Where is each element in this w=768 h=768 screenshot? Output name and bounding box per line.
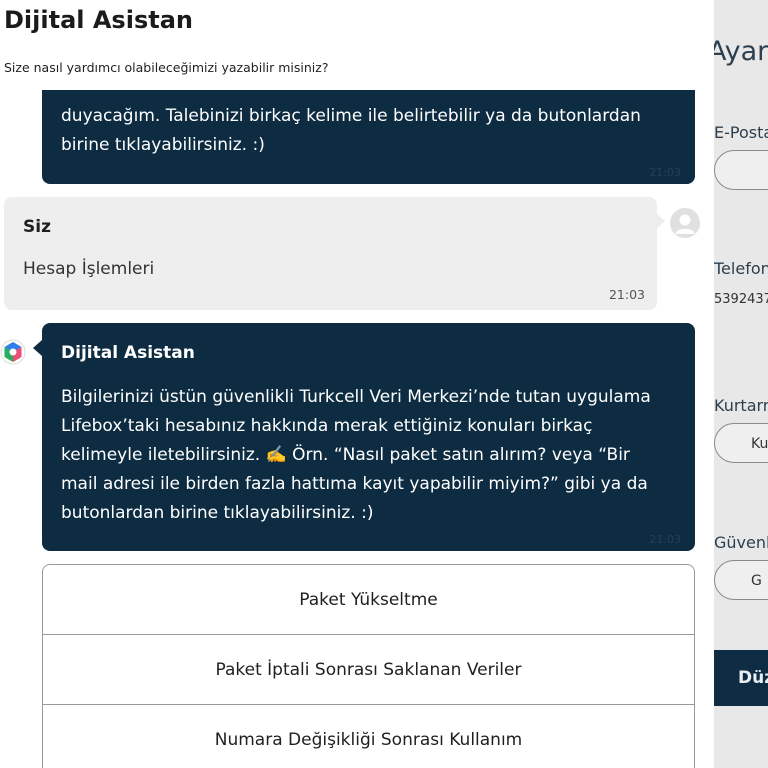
phone-value: 5392437: [714, 292, 768, 307]
bot-message-line: Bilgilerinizi üstün güvenlikli Turkcell …: [61, 387, 651, 407]
quick-reply-options: Paket Yükseltme Paket İptali Sonrası Sak…: [42, 564, 695, 768]
option-paket-iptali[interactable]: Paket İptali Sonrası Saklanan Veriler: [43, 635, 694, 705]
bot-message-line: mail adresi ile birden fazla hattıma kay…: [61, 474, 648, 494]
chat-title: Dijital Asistan: [4, 6, 193, 34]
bot-message: Dijital Asistan Bilgilerinizi üstün güve…: [42, 323, 695, 551]
bot-message-text: duyacağım. Talebinizi birkaç kelime ile …: [61, 102, 641, 160]
message-time: 21:03: [649, 533, 681, 546]
email-field[interactable]: [714, 150, 768, 190]
bubble-tail: [33, 340, 42, 356]
bot-message-line: Lifebox’taki hesabınız hakkında merak et…: [61, 416, 593, 436]
recovery-button[interactable]: Ku: [714, 423, 768, 463]
background-settings-page: Ayarla E-Posta Telefon 5392437 Kurtarma …: [714, 0, 768, 768]
save-button[interactable]: Düz: [714, 650, 768, 706]
user-message-text: Hesap İşlemleri: [23, 259, 155, 279]
user-sender-name: Siz: [23, 217, 51, 237]
bot-message-line: duyacağım. Talebinizi birkaç kelime ile …: [61, 106, 641, 126]
message-time: 21:03: [608, 287, 645, 302]
option-paket-yukseltme[interactable]: Paket Yükseltme: [43, 565, 694, 635]
bot-message-text: Bilgilerinizi üstün güvenlikli Turkcell …: [61, 383, 651, 528]
phone-label: Telefon: [714, 259, 768, 278]
settings-page-title: Ayarla: [714, 36, 768, 67]
chat-header: Dijital Asistan Size nasıl yardımcı olab…: [0, 0, 714, 90]
email-label: E-Posta: [714, 123, 768, 142]
option-numara-degisikligi[interactable]: Numara Değişikliği Sonrası Kullanım: [43, 705, 694, 768]
message-time: 21:03: [649, 166, 681, 179]
bot-sender-name: Dijital Asistan: [61, 343, 195, 363]
recovery-label: Kurtarma: [714, 396, 768, 415]
security-label: Güvenlik: [714, 533, 768, 552]
user-message: Siz Hesap İşlemleri 21:03: [4, 197, 665, 310]
chat-subtitle: Size nasıl yardımcı olabileceğimizi yaza…: [4, 60, 329, 75]
user-avatar-icon: [670, 208, 700, 238]
assistant-logo-icon: [0, 339, 26, 365]
chat-panel: duyacağım. Talebinizi birkaç kelime ile …: [0, 0, 714, 768]
bot-message-line: kelimeyle iletebilirsiniz. ✍️ Örn. “Nası…: [61, 445, 630, 465]
bot-message-line: birine tıklayabilirsiniz. :): [61, 135, 265, 155]
security-button[interactable]: G: [714, 560, 768, 600]
bot-message-line: butonlardan birine tıklayabilirsiniz. :): [61, 503, 374, 523]
